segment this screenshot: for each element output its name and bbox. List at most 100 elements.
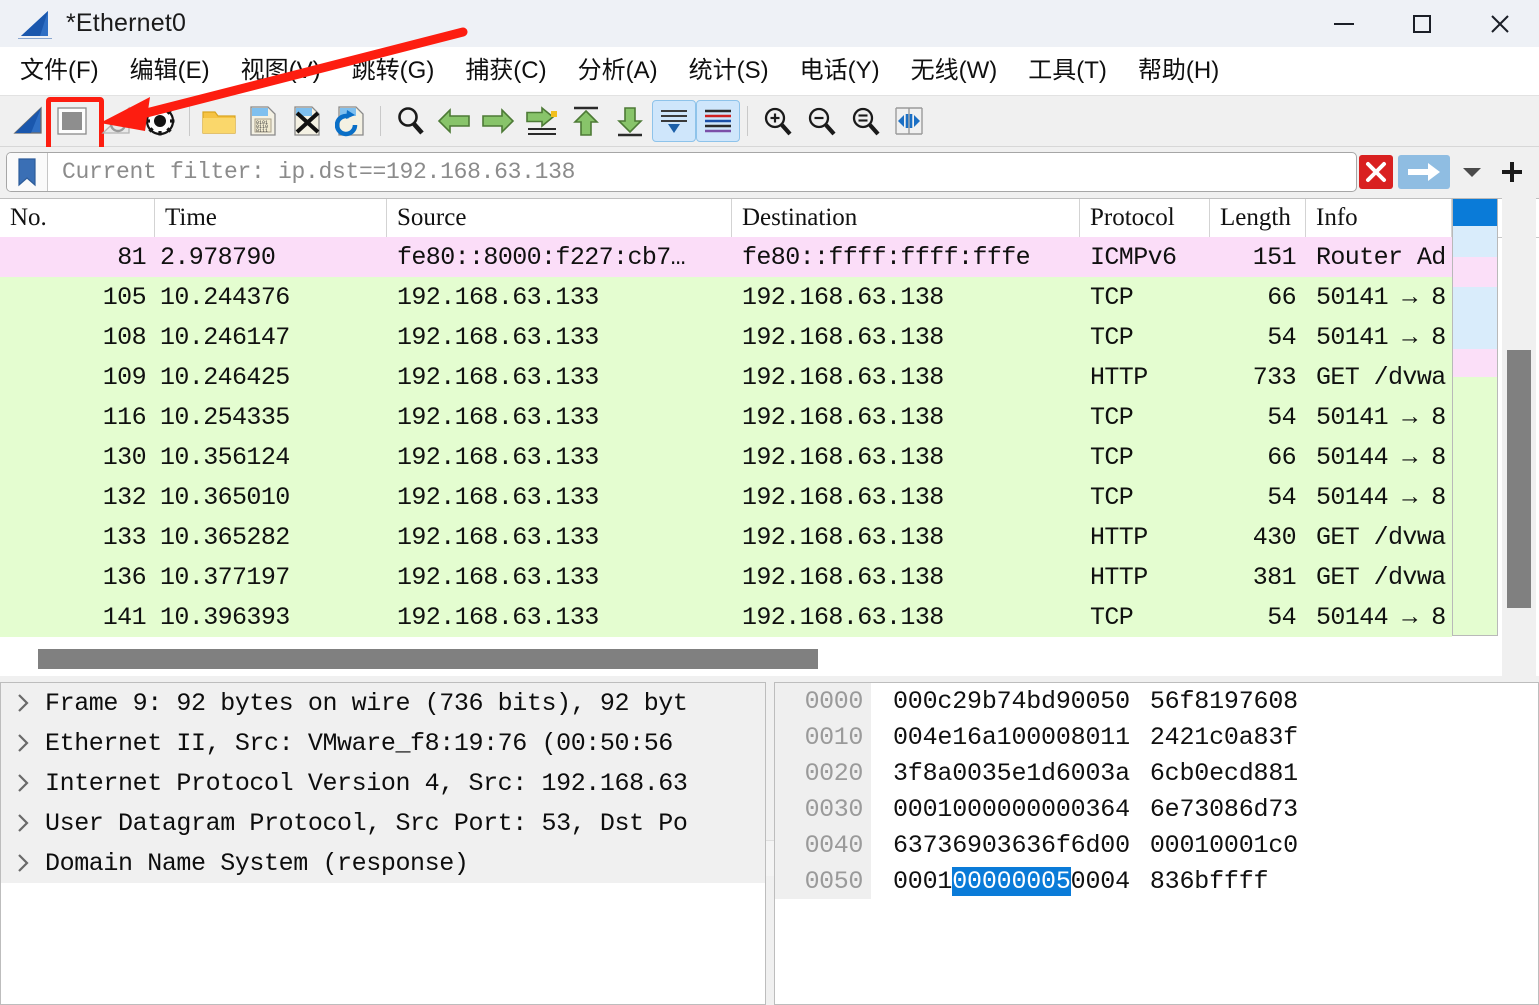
hex-byte[interactable]: 05 <box>1041 866 1071 896</box>
detail-row[interactable]: User Datagram Protocol, Src Port: 53, Ds… <box>1 803 765 843</box>
menu-tools[interactable]: 工具(T) <box>1017 56 1118 86</box>
capture-options-icon[interactable] <box>138 99 182 143</box>
chevron-right-icon[interactable] <box>1 811 45 835</box>
packet-row[interactable]: 133 10.365282 192.168.63.133 192.168.63.138… <box>0 517 1452 557</box>
hex-byte[interactable]: 00 <box>1041 723 1071 752</box>
hex-byte[interactable]: d6 <box>1041 759 1071 788</box>
hexdump-row[interactable]: 0020 3f 8a 00 35 e1 d6 00 3a 6c b0 ec d8 8… <box>775 755 1538 791</box>
hex-byte[interactable]: 6d <box>1071 831 1101 860</box>
go-to-packet-icon[interactable] <box>520 99 564 143</box>
hex-byte[interactable]: 6d <box>1239 795 1269 824</box>
hex-byte[interactable]: 80 <box>1071 723 1101 752</box>
hex-byte[interactable]: 63 <box>893 831 923 860</box>
filter-history-dropdown[interactable] <box>1453 153 1491 191</box>
detail-row[interactable]: Domain Name System (response) <box>1 843 765 883</box>
packet-list-header[interactable]: No. Time Source Destination Protocol Length In… <box>0 199 1539 238</box>
hex-byte[interactable]: 81 <box>1268 759 1298 788</box>
hex-byte[interactable]: 73 <box>1179 795 1209 824</box>
hex-byte[interactable]: 00 <box>981 866 1012 896</box>
hex-byte[interactable]: a1 <box>982 723 1012 752</box>
go-last-packet-icon[interactable] <box>608 99 652 143</box>
column-header-source[interactable]: Source <box>387 199 732 237</box>
hex-byte[interactable]: c0 <box>1268 831 1298 860</box>
hex-byte[interactable]: 6b <box>1179 867 1209 896</box>
packet-row[interactable]: 81 2.978790 fe80::8000:f227:cb7… fe80::ffff… <box>0 237 1452 277</box>
hex-byte[interactable]: 00 <box>982 795 1012 824</box>
menu-help[interactable]: 帮助(H) <box>1127 56 1230 86</box>
packet-row[interactable]: 141 10.396393 192.168.63.133 192.168.63.138… <box>0 597 1452 637</box>
hexdump-bytes[interactable]: 00 0c 29 b7 4b d9 00 50 56 f8 19 76 08 <box>871 687 1298 716</box>
hex-byte[interactable]: b7 <box>982 687 1012 716</box>
hex-byte[interactable]: 00 <box>952 866 982 896</box>
restart-capture-icon[interactable] <box>94 99 138 143</box>
chevron-right-icon[interactable] <box>1 731 45 755</box>
hex-byte[interactable]: 3f <box>1268 723 1298 752</box>
detail-row[interactable]: Internet Protocol Version 4, Src: 192.16… <box>1 763 765 803</box>
menu-go[interactable]: 跳转(G) <box>341 56 446 86</box>
zoom-out-icon[interactable] <box>799 99 843 143</box>
hex-byte[interactable]: 73 <box>923 831 953 860</box>
hex-byte[interactable]: 00 <box>893 723 923 752</box>
hex-byte[interactable]: d8 <box>1239 759 1269 788</box>
zoom-in-icon[interactable] <box>755 99 799 143</box>
save-file-icon[interactable]: 0101 0110 0111 <box>241 99 285 143</box>
menu-statistics[interactable]: 统计(S) <box>678 56 780 86</box>
hex-byte[interactable]: 3a <box>1100 759 1130 788</box>
detail-row[interactable]: Frame 9: 92 bytes on wire (736 bits), 92… <box>1 683 765 723</box>
hex-byte[interactable]: 00 <box>952 795 982 824</box>
hexdump-row[interactable]: 0050 00 01 00 00 00 05 00 04 83 6b ff ff <box>775 863 1538 899</box>
hex-byte[interactable]: 03 <box>982 831 1012 860</box>
hex-byte[interactable]: 83 <box>1150 867 1180 896</box>
hex-byte[interactable]: 6c <box>1150 759 1180 788</box>
reload-file-icon[interactable] <box>329 99 373 143</box>
chevron-right-icon[interactable] <box>1 771 45 795</box>
hex-byte[interactable]: 50 <box>1100 687 1130 716</box>
maximize-button[interactable] <box>1383 0 1461 47</box>
packet-row[interactable]: 136 10.377197 192.168.63.133 192.168.63.138… <box>0 557 1452 597</box>
hex-byte[interactable]: 08 <box>1268 687 1298 716</box>
packet-details-pane[interactable]: Frame 9: 92 bytes on wire (736 bits), 92… <box>0 682 766 1005</box>
hex-byte[interactable]: 63 <box>1011 831 1041 860</box>
column-header-no[interactable]: No. <box>0 199 155 237</box>
packet-row[interactable]: 105 10.244376 192.168.63.133 192.168.63.138… <box>0 277 1452 317</box>
packet-row[interactable]: 108 10.246147 192.168.63.133 192.168.63.138… <box>0 317 1452 357</box>
find-packet-icon[interactable] <box>388 99 432 143</box>
menu-wireless[interactable]: 无线(W) <box>900 56 1009 86</box>
hexdump-row[interactable]: 0030 00 01 00 00 00 00 03 64 6e 73 08 6d 7… <box>775 791 1538 827</box>
hex-byte[interactable]: 00 <box>1011 795 1041 824</box>
hex-byte[interactable]: d9 <box>1041 687 1071 716</box>
go-first-packet-icon[interactable] <box>564 99 608 143</box>
hex-byte[interactable]: b0 <box>1179 759 1209 788</box>
column-header-info[interactable]: Info <box>1306 199 1452 237</box>
hex-byte[interactable]: 00 <box>1071 867 1101 896</box>
hex-byte[interactable]: 00 <box>893 867 923 896</box>
hex-byte[interactable]: 11 <box>1100 723 1130 752</box>
hex-byte[interactable]: 19 <box>1209 687 1239 716</box>
hex-byte[interactable]: 76 <box>1239 687 1269 716</box>
hex-byte[interactable]: e1 <box>1011 759 1041 788</box>
hex-byte[interactable]: 6f <box>1041 831 1071 860</box>
packet-list-minimap[interactable] <box>1452 198 1498 636</box>
hex-byte[interactable]: a8 <box>1239 723 1269 752</box>
stop-capture-icon[interactable] <box>46 97 104 153</box>
hex-byte[interactable]: 00 <box>1011 866 1041 896</box>
packet-list-rows[interactable]: 81 2.978790 fe80::8000:f227:cb7… fe80::ffff… <box>0 237 1452 640</box>
hex-byte[interactable]: 01 <box>923 795 953 824</box>
apply-filter-button[interactable] <box>1395 153 1453 191</box>
packet-row[interactable]: 116 10.254335 192.168.63.133 192.168.63.138… <box>0 397 1452 437</box>
hex-byte[interactable]: 00 <box>1041 795 1071 824</box>
hexdump-bytes[interactable]: 3f 8a 00 35 e1 d6 00 3a 6c b0 ec d8 81 <box>871 759 1298 788</box>
hex-byte[interactable]: 0c <box>923 687 953 716</box>
hexdump-row[interactable]: 0000 00 0c 29 b7 4b d9 00 50 56 f8 19 76 0… <box>775 683 1538 719</box>
hex-byte[interactable]: 56 <box>1150 687 1180 716</box>
packet-list-vscroll-thumb[interactable] <box>1507 350 1531 608</box>
hex-byte[interactable]: 00 <box>1209 831 1239 860</box>
column-header-time[interactable]: Time <box>155 199 387 237</box>
hex-byte[interactable]: 69 <box>952 831 982 860</box>
hexdump-bytes[interactable]: 00 01 00 00 00 05 00 04 83 6b ff ff <box>871 866 1269 896</box>
hex-byte[interactable]: 04 <box>1100 867 1130 896</box>
packet-row[interactable]: 132 10.365010 192.168.63.133 192.168.63.138… <box>0 477 1452 517</box>
hexdump-row[interactable]: 0010 00 4e 16 a1 00 00 80 11 24 21 c0 a8 3… <box>775 719 1538 755</box>
hex-byte[interactable]: 4b <box>1011 687 1041 716</box>
detail-row[interactable]: Ethernet II, Src: VMware_f8:19:76 (00:50… <box>1 723 765 763</box>
